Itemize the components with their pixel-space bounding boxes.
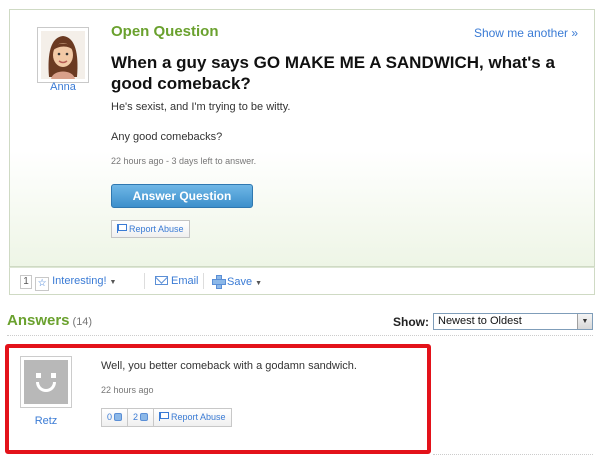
interesting-button[interactable]: 1 ☆ Interesting! ▼ (20, 275, 116, 291)
action-separator (144, 273, 145, 289)
save-label: Save (227, 276, 253, 288)
answer-avatar[interactable] (20, 356, 72, 408)
question-action-bar: 1 ☆ Interesting! ▼ Email Save ▼ (9, 267, 595, 295)
answers-title: Answers (7, 312, 70, 329)
answer-vote-bar: 0 2 Report Abuse (101, 408, 232, 427)
thumbs-up-count: 0 (107, 412, 113, 422)
question-meta: 22 hours ago - 3 days left to answer. (111, 156, 257, 166)
question-status-label: Open Question (111, 23, 219, 40)
flag-icon (117, 224, 127, 233)
dropdown-arrow-icon[interactable]: ▼ (577, 314, 592, 329)
sort-selected-value: Newest to Oldest (438, 315, 522, 327)
question-panel: Anna Open Question Show me another » Whe… (9, 9, 595, 267)
answer-report-abuse-button[interactable]: Report Abuse (154, 409, 231, 426)
action-separator (203, 273, 204, 289)
report-abuse-label: Report Abuse (129, 224, 184, 234)
smiley-avatar-icon (24, 360, 68, 404)
thumbs-up-button[interactable]: 0 (102, 409, 129, 426)
thumbs-down-count: 2 (133, 412, 139, 422)
anna-avatar-icon (41, 31, 85, 79)
email-label: Email (171, 275, 199, 287)
mail-icon (155, 276, 168, 285)
interesting-count: 1 (20, 275, 32, 289)
chevron-down-icon: ▼ (255, 280, 263, 287)
thumbs-up-icon (114, 413, 123, 421)
email-button[interactable]: Email (155, 275, 199, 287)
answers-count: (14) (72, 316, 93, 328)
sort-select[interactable]: Newest to Oldest ▼ (433, 313, 593, 330)
answer-item: Retz Well, you better comeback with a go… (5, 344, 431, 454)
sort-label: Show: (393, 315, 429, 329)
answer-question-button[interactable]: Answer Question (111, 184, 253, 208)
question-title: When a guy says GO MAKE ME A SANDWICH, w… (111, 53, 555, 93)
show-another-link[interactable]: Show me another » (474, 26, 578, 40)
asker-name[interactable]: Anna (34, 81, 92, 93)
thumbs-down-button[interactable]: 2 (128, 409, 155, 426)
plus-icon (212, 275, 226, 289)
answer-author[interactable]: Retz (20, 415, 72, 427)
chevron-down-icon: ▼ (109, 279, 117, 286)
thumbs-down-icon (140, 413, 149, 421)
interesting-label: Interesting! (52, 275, 107, 287)
answer-report-label: Report Abuse (171, 412, 226, 422)
divider (433, 454, 593, 455)
question-body-line1: He's sexist, and I'm trying to be witty. (111, 101, 291, 113)
answer-meta: 22 hours ago (101, 385, 154, 395)
flag-icon (159, 412, 170, 421)
answer-text: Well, you better comeback with a godamn … (101, 360, 357, 372)
answers-heading: Answers (14) (7, 312, 92, 329)
report-abuse-button[interactable]: Report Abuse (111, 220, 190, 238)
save-button[interactable]: Save ▼ (212, 275, 263, 289)
question-body-line2: Any good comebacks? (111, 131, 223, 143)
asker-avatar[interactable] (37, 27, 89, 83)
star-icon: ☆ (35, 277, 50, 291)
divider (7, 335, 593, 336)
